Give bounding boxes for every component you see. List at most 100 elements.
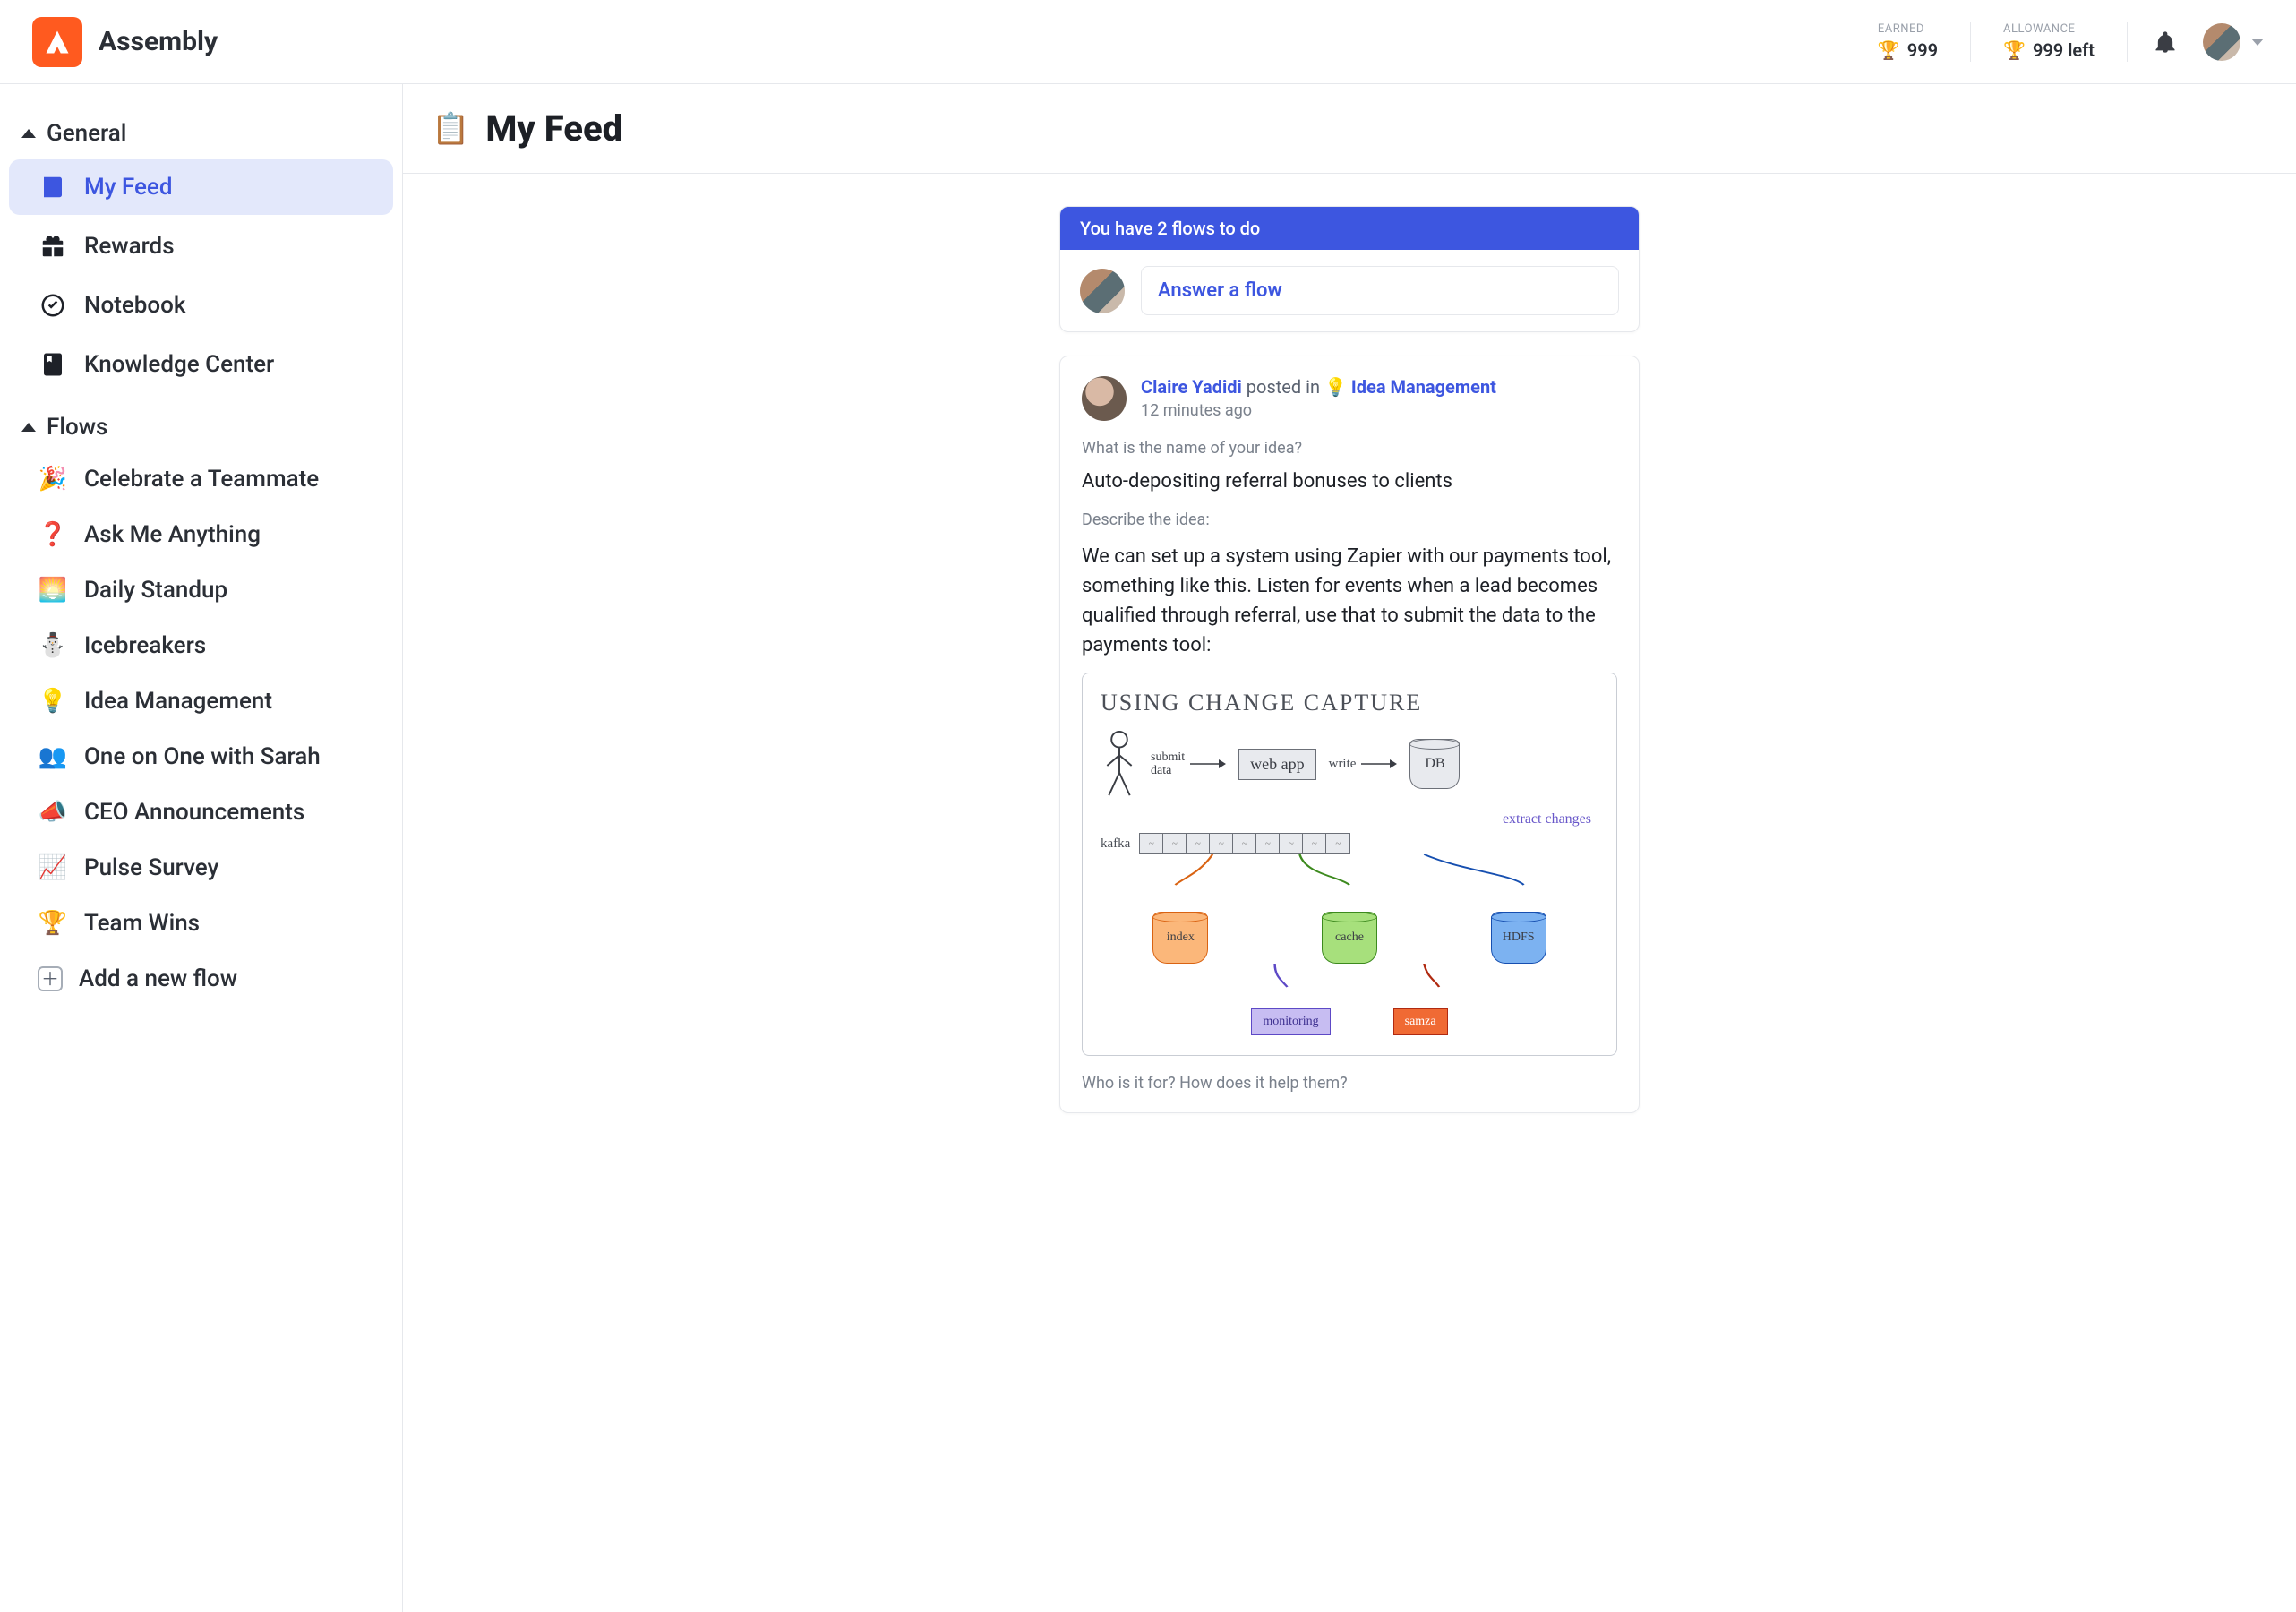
topbar-right: EARNED 🏆 999 ALLOWANCE 🏆 999 left (1871, 22, 2264, 62)
question-answer: We can set up a system using Zapier with… (1082, 542, 1617, 660)
embedded-diagram: USING CHANGE CAPTURE submit (1082, 673, 1617, 1056)
flow-label: One on One with Sarah (84, 743, 321, 770)
snowman-icon: ⛄ (38, 632, 68, 659)
clipboard-icon: 📋 (432, 111, 469, 147)
section-label: Flows (47, 414, 107, 441)
trophy-icon: 🏆 (2003, 39, 2026, 61)
flow-label: CEO Announcements (84, 799, 304, 826)
author-link[interactable]: Claire Yadidi (1141, 376, 1242, 398)
sidebar: General My Feed Rewards Notebook Knowled (0, 84, 403, 1612)
diagram-label: submit (1151, 750, 1185, 764)
flow-label: Ask Me Anything (84, 521, 261, 548)
earned-stat: EARNED 🏆 999 (1871, 22, 1945, 61)
feed-icon (38, 172, 68, 202)
sidebar-flow-one-on-one[interactable]: 👥 One on One with Sarah (9, 731, 393, 783)
main: 📋 My Feed You have 2 flows to do Answer … (403, 84, 2296, 1612)
book-icon (38, 349, 68, 380)
diagram-title: USING CHANGE CAPTURE (1101, 690, 1598, 716)
diagram-node-db: DB (1409, 739, 1460, 789)
add-flow-label: Add a new flow (79, 965, 237, 992)
profile-menu[interactable] (2203, 23, 2264, 61)
diagram-node-hdfs: HDFS (1491, 912, 1546, 964)
todo-header: You have 2 flows to do (1060, 207, 1639, 250)
add-flow-button[interactable]: ＋ Add a new flow (9, 953, 393, 1005)
notifications-button[interactable] (2153, 30, 2178, 55)
nav-label: Rewards (84, 233, 175, 260)
party-icon: 🎉 (38, 466, 68, 493)
arrow-icon (1361, 758, 1397, 770)
allowance-value: 999 left (2033, 39, 2095, 61)
divider (2127, 22, 2128, 62)
topbar: Assembly EARNED 🏆 999 ALLOWANCE 🏆 999 le… (0, 0, 2296, 84)
plus-icon: ＋ (38, 966, 63, 991)
flow-link[interactable]: Idea Management (1351, 376, 1496, 398)
check-circle-icon (38, 290, 68, 321)
sidebar-flow-pulse-survey[interactable]: 📈 Pulse Survey (9, 842, 393, 894)
chart-icon: 📈 (38, 854, 68, 881)
arrows-icon (1101, 854, 1598, 887)
question-label: What is the name of your idea? (1082, 439, 1617, 458)
bulb-icon: 💡 (38, 688, 68, 715)
flow-label: Idea Management (84, 688, 272, 715)
sidebar-flow-icebreakers[interactable]: ⛄ Icebreakers (9, 620, 393, 672)
flow-label: Celebrate a Teammate (84, 466, 319, 493)
flow-label: Team Wins (84, 910, 200, 937)
sidebar-section-general[interactable]: General (0, 111, 402, 156)
avatar (1080, 269, 1125, 313)
sidebar-item-rewards[interactable]: Rewards (9, 219, 393, 274)
brand-name: Assembly (99, 26, 218, 57)
arrow-icon (1190, 758, 1226, 770)
timestamp: 12 minutes ago (1141, 401, 1496, 420)
earned-label: EARNED (1878, 22, 1924, 36)
sidebar-flow-ceo-announcements[interactable]: 📣 CEO Announcements (9, 786, 393, 838)
divider (1970, 22, 1971, 62)
question-icon: ❓ (38, 521, 68, 548)
todo-card: You have 2 flows to do Answer a flow (1059, 206, 1640, 332)
post-meta: Claire Yadidi posted in 💡 Idea Managemen… (1141, 376, 1496, 398)
sidebar-item-notebook[interactable]: Notebook (9, 278, 393, 333)
bulb-icon: 💡 (1324, 376, 1347, 398)
sidebar-flow-celebrate[interactable]: 🎉 Celebrate a Teammate (9, 453, 393, 505)
diagram-node-samza: samza (1393, 1008, 1448, 1035)
diagram-node-monitoring: monitoring (1251, 1008, 1330, 1035)
question-answer: Auto-depositing referral bonuses to clie… (1082, 470, 1617, 493)
sidebar-section-flows[interactable]: Flows (0, 405, 402, 450)
sunrise-icon: 🌅 (38, 577, 68, 604)
flow-label: Daily Standup (84, 577, 227, 604)
chevron-up-icon (21, 129, 36, 138)
question-label: Describe the idea: (1082, 510, 1617, 529)
chevron-up-icon (21, 423, 36, 432)
nav-label: My Feed (84, 174, 173, 201)
sidebar-flow-team-wins[interactable]: 🏆 Team Wins (9, 897, 393, 949)
flow-label: Pulse Survey (84, 854, 218, 881)
diagram-label: extract changes (1101, 811, 1591, 827)
avatar (1082, 376, 1127, 421)
answer-flow-button[interactable]: Answer a flow (1141, 266, 1619, 315)
page-title: My Feed (485, 107, 622, 150)
stick-figure-icon (1101, 729, 1138, 799)
diagram-node-webapp: web app (1238, 749, 1315, 780)
diagram-label: kafka (1101, 836, 1130, 852)
earned-value: 999 (1907, 39, 1938, 61)
sidebar-item-knowledge-center[interactable]: Knowledge Center (9, 337, 393, 392)
diagram-label: data (1151, 764, 1185, 777)
allowance-label: ALLOWANCE (2003, 22, 2075, 36)
trophy-icon: 🏆 (1878, 39, 1900, 61)
people-icon: 👥 (38, 743, 68, 770)
chevron-down-icon (2251, 39, 2264, 46)
nav-label: Notebook (84, 292, 185, 319)
nav-label: Knowledge Center (84, 351, 274, 378)
brand: Assembly (32, 17, 218, 67)
sidebar-flow-standup[interactable]: 🌅 Daily Standup (9, 564, 393, 616)
section-label: General (47, 120, 126, 147)
page-header: 📋 My Feed (403, 84, 2296, 174)
diagram-kafka-partitions: ~~~~~~~~~ (1139, 833, 1350, 854)
trophy-icon: 🏆 (38, 910, 68, 937)
post-card: Claire Yadidi posted in 💡 Idea Managemen… (1059, 356, 1640, 1113)
sidebar-flow-ama[interactable]: ❓ Ask Me Anything (9, 509, 393, 561)
sidebar-item-my-feed[interactable]: My Feed (9, 159, 393, 215)
arrows-icon (1101, 964, 1598, 989)
sidebar-flow-idea-management[interactable]: 💡 Idea Management (9, 675, 393, 727)
question-label: Who is it for? How does it help them? (1082, 1074, 1617, 1093)
diagram-node-cache: cache (1322, 912, 1377, 964)
